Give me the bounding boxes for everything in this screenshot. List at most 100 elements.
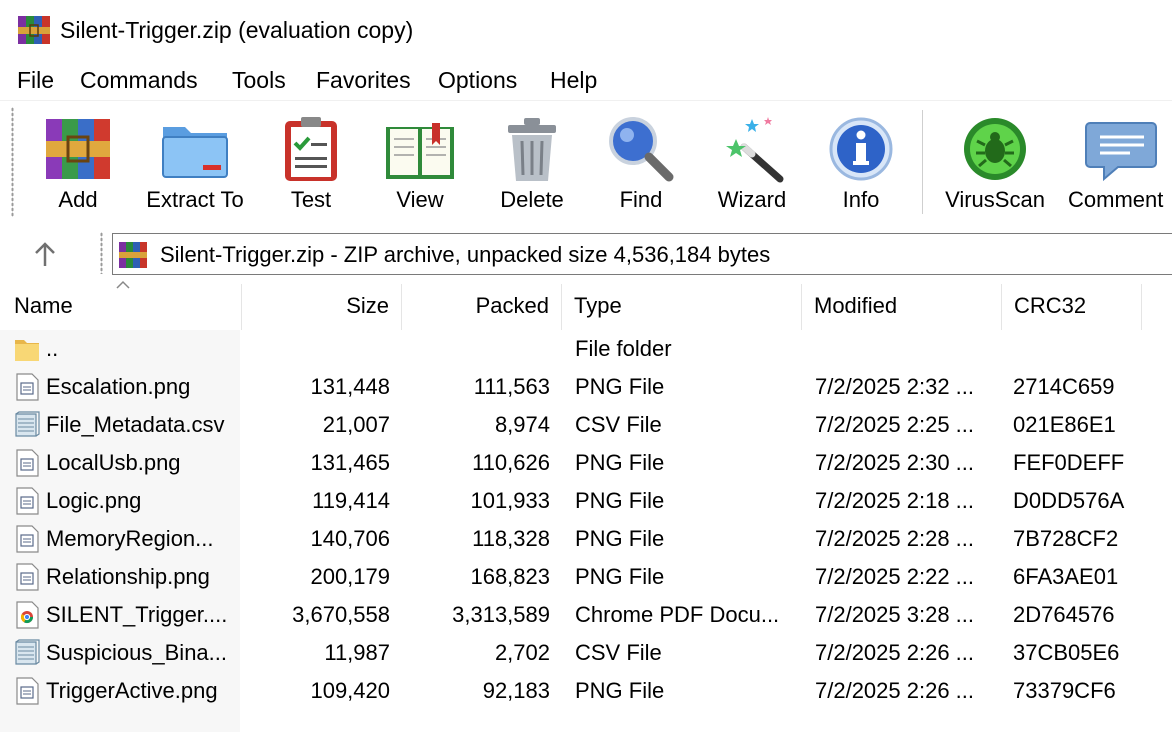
extract-to-button[interactable]: Extract To <box>140 101 250 219</box>
menu-file[interactable]: File <box>17 65 54 95</box>
list-header: Name Size Packed Type Modified CRC32 <box>0 284 1172 330</box>
menu-tools[interactable]: Tools <box>232 65 286 95</box>
file-row[interactable]: LocalUsb.png 131,465 110,626 PNG File 7/2/20… <box>0 444 1172 482</box>
file-packed-size: 118,328 <box>472 526 550 551</box>
delete-button[interactable]: Delete <box>486 101 578 219</box>
test-clipboard-icon <box>285 117 337 181</box>
file-type: CSV File <box>575 640 662 665</box>
file-type: File folder <box>575 336 672 361</box>
file-row[interactable]: Escalation.png 131,448 111,563 PNG File 7/2/… <box>0 368 1172 406</box>
file-type: PNG File <box>575 526 665 551</box>
file-row[interactable]: Logic.png 119,414 101,933 PNG File 7/2/2025 … <box>0 482 1172 520</box>
image-file-icon <box>14 525 40 553</box>
file-size: 131,465 <box>310 450 390 475</box>
file-type: Chrome PDF Docu... <box>575 602 780 627</box>
delete-label: Delete <box>500 187 564 212</box>
file-row[interactable]: Relationship.png 200,179 168,823 PNG File 7/… <box>0 558 1172 596</box>
file-modified <box>815 330 995 368</box>
file-type: PNG File <box>575 374 665 399</box>
column-header-modified[interactable]: Modified <box>802 284 1002 330</box>
file-packed-size: 92,183 <box>482 678 550 703</box>
column-header-type[interactable]: Type <box>562 284 802 330</box>
info-icon <box>829 117 893 181</box>
column-header-crc32[interactable]: CRC32 <box>1002 284 1142 330</box>
file-crc32: 73379CF6 <box>1013 678 1116 703</box>
extract-to-label: Extract To <box>146 187 244 212</box>
column-header-name[interactable]: Name <box>0 284 242 330</box>
file-name: .. <box>46 336 59 361</box>
add-button[interactable]: Add <box>30 101 126 219</box>
file-row[interactable]: Suspicious_Bina... 11,987 2,702 CSV File 7/2… <box>0 634 1172 672</box>
file-crc32: 021E86E1 <box>1013 412 1116 437</box>
info-button[interactable]: Info <box>816 101 906 219</box>
comment-button[interactable]: Comment <box>1064 101 1172 219</box>
file-crc32: 37CB05E6 <box>1013 640 1120 665</box>
file-row[interactable]: TriggerActive.png 109,420 92,183 PNG File 7/… <box>0 672 1172 710</box>
file-modified: 7/2/2025 2:28 ... <box>815 526 975 551</box>
file-crc32: 2D764576 <box>1013 602 1115 627</box>
toolbar-grip[interactable] <box>11 107 14 217</box>
find-label: Find <box>619 187 663 212</box>
info-label: Info <box>842 187 880 212</box>
image-file-icon <box>14 563 40 591</box>
file-packed-size: 3,313,589 <box>452 602 550 627</box>
magic-wand-icon <box>726 117 784 183</box>
virus-scan-icon <box>964 118 1026 180</box>
find-button[interactable]: Find <box>596 101 686 219</box>
virusscan-label: VirusScan <box>945 187 1045 212</box>
file-row[interactable]: SILENT_Trigger.... 3,670,558 3,313,589 Chro… <box>0 596 1172 634</box>
column-header-size[interactable]: Size <box>242 284 402 330</box>
file-name: MemoryRegion... <box>46 526 214 551</box>
window-title: Silent-Trigger.zip (evaluation copy) <box>60 17 414 43</box>
file-modified: 7/2/2025 2:26 ... <box>815 640 975 665</box>
file-name: Escalation.png <box>46 374 191 399</box>
file-crc32: FEF0DEFF <box>1013 450 1125 475</box>
file-crc32: 6FA3AE01 <box>1013 564 1119 589</box>
folder-icon <box>14 335 40 363</box>
file-crc32: D0DD576A <box>1013 488 1125 513</box>
file-row[interactable]: MemoryRegion... 140,706 118,328 PNG File 7/2… <box>0 520 1172 558</box>
file-type: PNG File <box>575 564 665 589</box>
file-crc32: 7B728CF2 <box>1013 526 1119 551</box>
menu-help[interactable]: Help <box>550 65 597 95</box>
chrome-pdf-icon <box>14 601 40 629</box>
file-type: PNG File <box>575 678 665 703</box>
file-size: 119,414 <box>312 488 390 513</box>
menu-commands[interactable]: Commands <box>80 65 198 95</box>
comment-icon <box>1085 122 1157 182</box>
file-row[interactable]: File_Metadata.csv 21,007 8,974 CSV File 7/2/… <box>0 406 1172 444</box>
image-file-icon <box>14 449 40 477</box>
file-name: Logic.png <box>46 488 142 513</box>
toolbar: Add Extract To Test View Delete Find Wiz… <box>0 100 1172 221</box>
menu-options[interactable]: Options <box>438 65 517 95</box>
file-size: 11,987 <box>324 640 390 665</box>
view-book-icon <box>386 123 454 179</box>
wizard-button[interactable]: Wizard <box>706 101 798 219</box>
menu-favorites[interactable]: Favorites <box>316 65 411 95</box>
file-packed-size: 101,933 <box>470 488 550 513</box>
address-grip[interactable] <box>100 232 103 274</box>
column-header-packed[interactable]: Packed <box>402 284 562 330</box>
file-name: LocalUsb.png <box>46 450 181 475</box>
image-file-icon <box>14 677 40 705</box>
file-modified: 7/2/2025 2:32 ... <box>815 374 975 399</box>
file-type: PNG File <box>575 450 665 475</box>
up-arrow-icon[interactable] <box>28 238 62 272</box>
image-file-icon <box>14 373 40 401</box>
view-button[interactable]: View <box>374 101 466 219</box>
file-type: PNG File <box>575 488 665 513</box>
file-crc32: 2714C659 <box>1013 374 1115 399</box>
file-modified: 7/2/2025 2:25 ... <box>815 412 975 437</box>
virusscan-button[interactable]: VirusScan <box>938 101 1052 219</box>
parent-folder-row[interactable]: .. File folder <box>0 330 1172 368</box>
file-modified: 7/2/2025 2:22 ... <box>815 564 975 589</box>
test-button[interactable]: Test <box>266 101 356 219</box>
file-size: 131,448 <box>310 374 390 399</box>
file-packed-size: 168,823 <box>470 564 550 589</box>
file-size: 21,007 <box>322 412 390 437</box>
magnifier-icon <box>609 117 674 182</box>
toolbar-separator <box>922 110 923 214</box>
file-name: Suspicious_Bina... <box>46 640 227 665</box>
file-packed-size: 8,974 <box>494 412 550 437</box>
file-name: Relationship.png <box>46 564 210 589</box>
